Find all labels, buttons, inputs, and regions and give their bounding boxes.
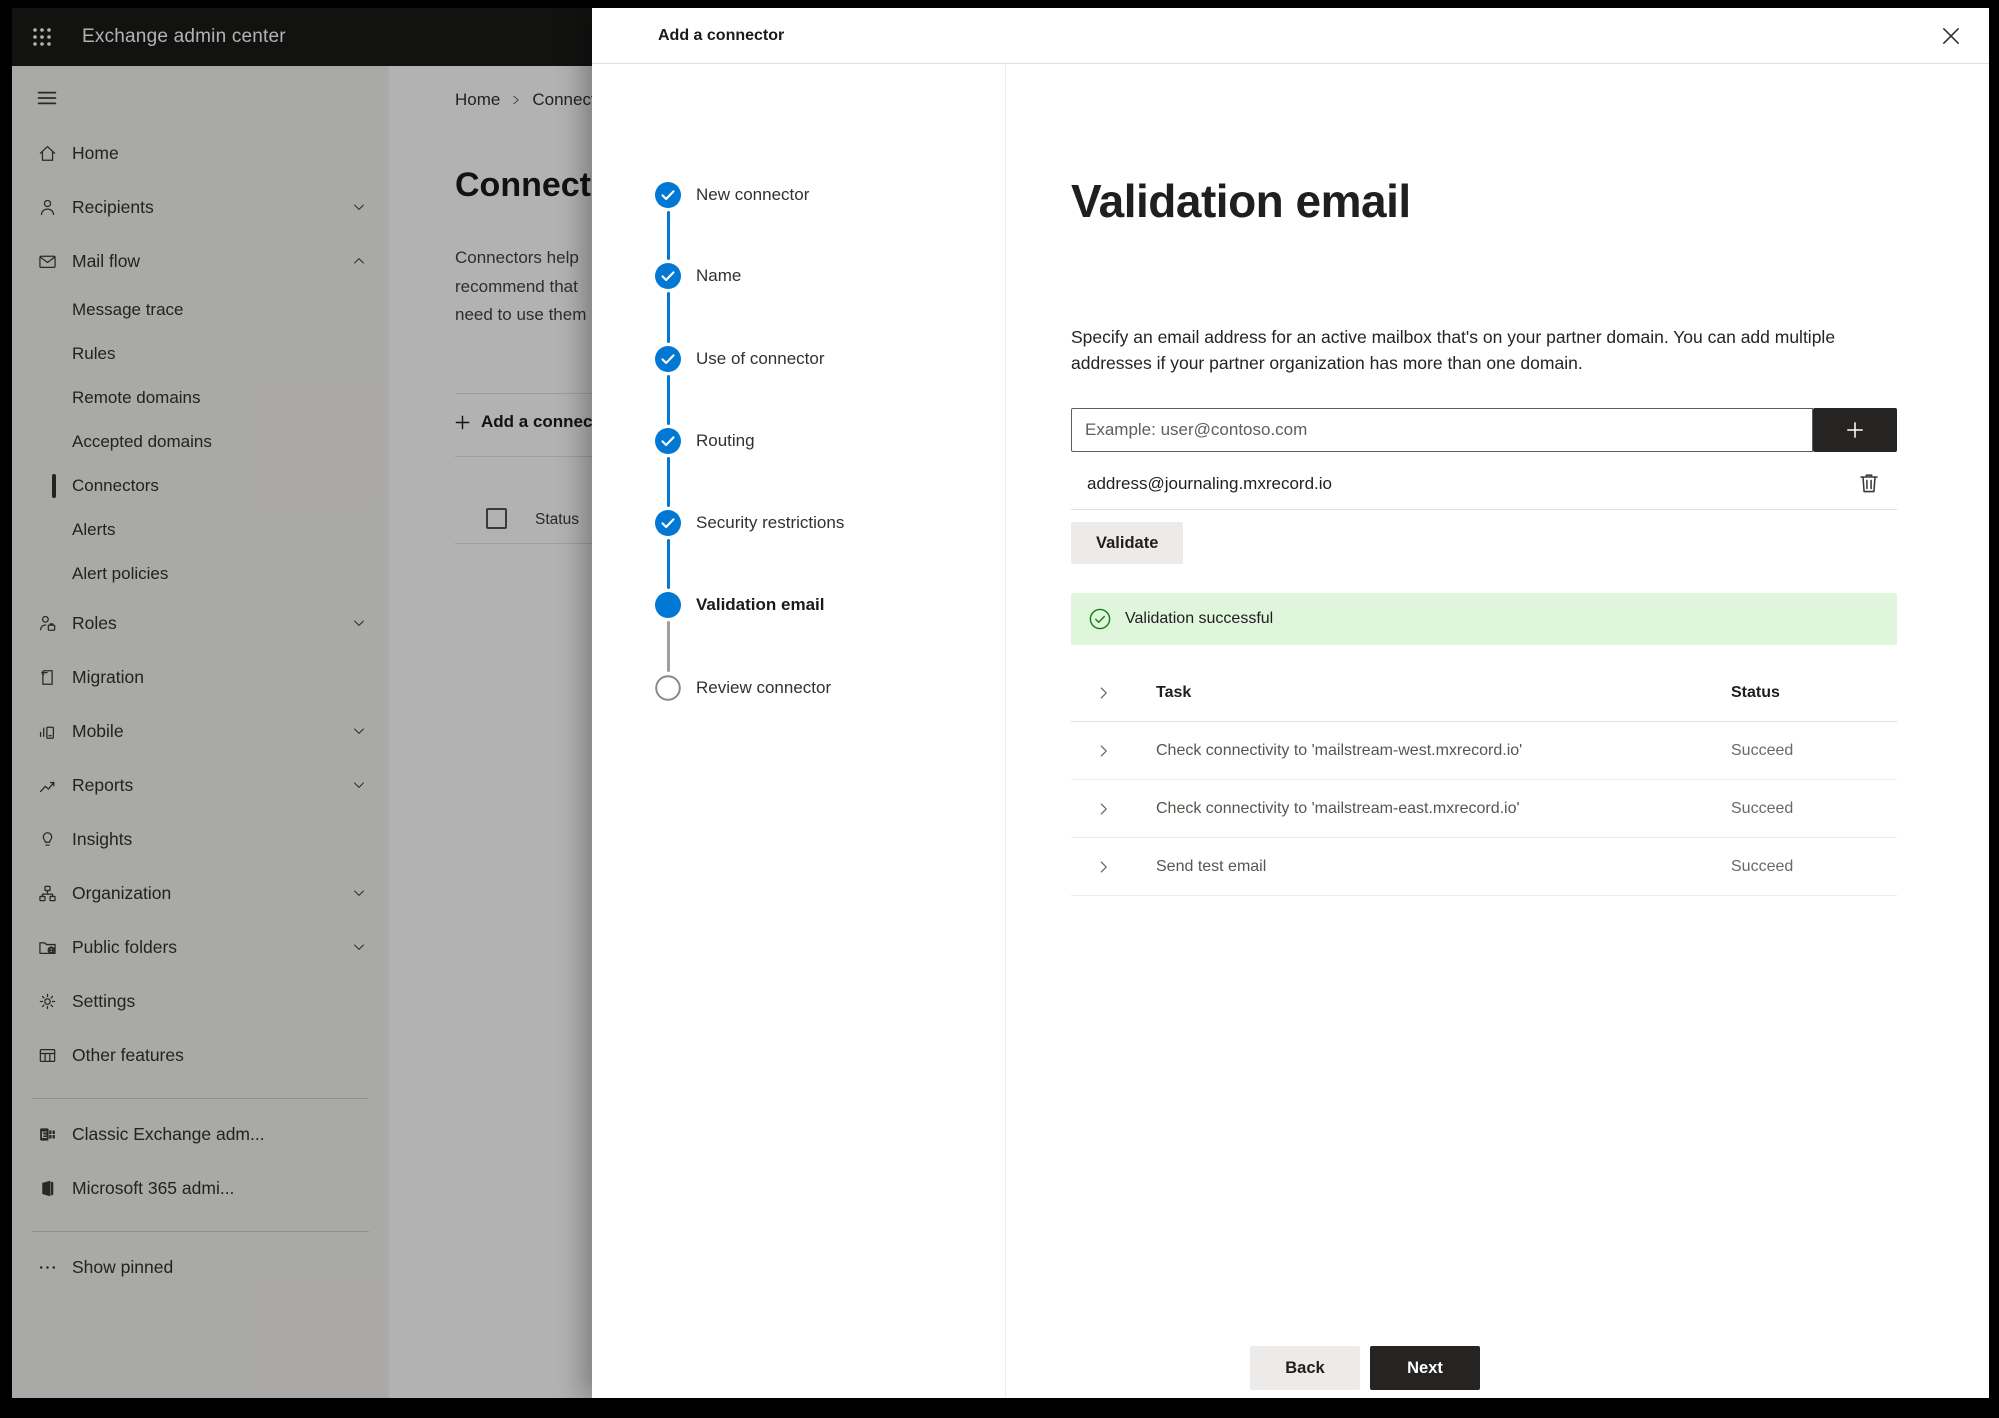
- step-description: Specify an email address for an active m…: [1071, 327, 1836, 373]
- step-done-icon: [655, 182, 681, 208]
- step-heading: Validation email: [1071, 175, 1411, 227]
- success-check-icon: [1089, 608, 1111, 630]
- delete-address-button[interactable]: [1856, 470, 1882, 496]
- success-message: Validation successful: [1125, 610, 1274, 627]
- email-address-input[interactable]: [1071, 408, 1813, 452]
- task-cell: Check connectivity to 'mailstream-west.m…: [1156, 741, 1523, 759]
- step-done-icon: [655, 263, 681, 289]
- panel-title: Add a connector: [658, 27, 785, 44]
- table-row: Check connectivity to 'mailstream-east.m…: [1071, 780, 1897, 838]
- step-todo-icon: [655, 675, 681, 701]
- next-button[interactable]: Next: [1370, 1346, 1480, 1390]
- panel-header: Add a connector: [592, 8, 1989, 64]
- validation-results-table: Task Status Check connectivity to 'mails…: [1071, 664, 1897, 896]
- status-cell: Succeed: [1731, 799, 1794, 817]
- step-label: Review connector: [696, 678, 832, 697]
- step-label: New connector: [696, 185, 810, 204]
- step-done-icon: [655, 510, 681, 536]
- table-header-row: Task Status: [1071, 664, 1897, 722]
- expand-row-icon[interactable]: [1095, 800, 1113, 818]
- status-cell: Succeed: [1731, 741, 1794, 759]
- step-connector: [666, 621, 670, 672]
- step-label: Name: [696, 266, 742, 285]
- expand-all-icon[interactable]: [1095, 684, 1113, 702]
- add-email-button[interactable]: [1813, 408, 1897, 452]
- step-label: Validation email: [696, 595, 825, 614]
- add-connector-panel: Add a connector New connector Name Use o…: [592, 8, 1989, 1398]
- step-connector: [666, 539, 670, 589]
- close-icon[interactable]: [1939, 24, 1963, 48]
- expand-row-icon[interactable]: [1095, 742, 1113, 760]
- task-column-header: Task: [1156, 683, 1192, 701]
- divider: [1071, 509, 1897, 510]
- step-current-icon: [655, 592, 681, 618]
- step-connector: [666, 457, 670, 507]
- app-window: Exchange admin center Home Recipients Ma…: [12, 8, 1989, 1398]
- step-new-connector[interactable]: New connector: [655, 182, 809, 208]
- trash-icon: [1860, 474, 1878, 493]
- step-routing[interactable]: Routing: [655, 428, 755, 454]
- added-email-address: address@journaling.mxrecord.io: [1087, 474, 1332, 493]
- expand-row-icon[interactable]: [1095, 858, 1113, 876]
- step-connector: [666, 211, 670, 260]
- step-label: Routing: [696, 431, 755, 450]
- table-row: Send test email Succeed: [1071, 838, 1897, 896]
- step-connector: [666, 375, 670, 425]
- step-label: Use of connector: [696, 349, 825, 368]
- validate-button[interactable]: Validate: [1071, 522, 1184, 564]
- step-review-connector[interactable]: Review connector: [655, 675, 831, 701]
- status-column-header: Status: [1731, 683, 1780, 701]
- step-done-icon: [655, 428, 681, 454]
- step-done-icon: [655, 346, 681, 372]
- wizard-steps: New connector Name Use of connector Rout…: [592, 65, 1006, 1398]
- task-cell: Send test email: [1156, 857, 1267, 875]
- step-use-of-connector[interactable]: Use of connector: [655, 346, 825, 372]
- task-cell: Check connectivity to 'mailstream-east.m…: [1156, 799, 1520, 817]
- status-cell: Succeed: [1731, 857, 1794, 875]
- step-name[interactable]: Name: [655, 263, 741, 289]
- step-security-restrictions[interactable]: Security restrictions: [655, 510, 844, 536]
- back-button[interactable]: Back: [1250, 1346, 1360, 1390]
- plus-icon: [1847, 422, 1863, 438]
- step-connector: [666, 292, 670, 343]
- validation-success-banner: Validation successful: [1071, 593, 1897, 645]
- step-validation-email[interactable]: Validation email: [655, 592, 825, 618]
- step-label: Security restrictions: [696, 513, 845, 532]
- table-row: Check connectivity to 'mailstream-west.m…: [1071, 722, 1897, 780]
